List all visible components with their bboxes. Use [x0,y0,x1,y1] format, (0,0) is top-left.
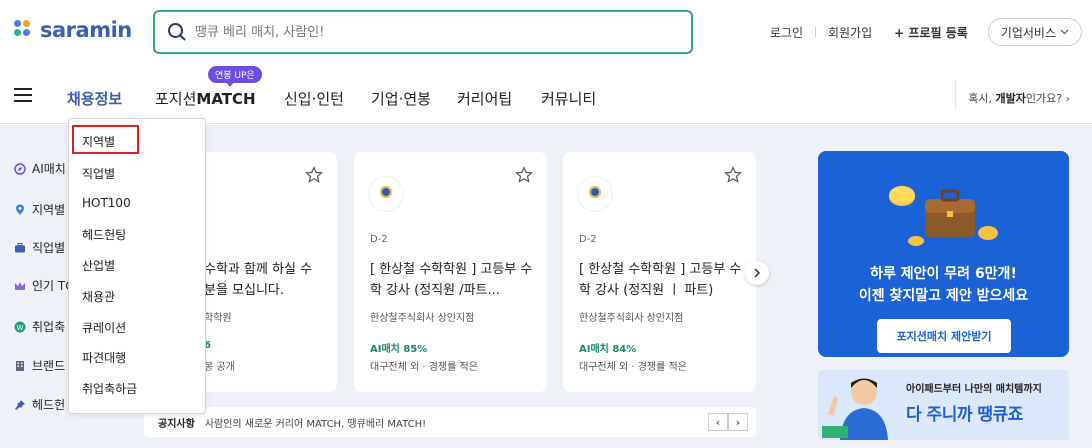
salary-up-badge: 연봉 UP은 [208,66,262,87]
company-logo [577,176,613,212]
job-card[interactable]: D-2 [ 한상철 수학학원 ] 고등부 수학 강사 (정직원 ㅣ 파트) 한상… [563,152,756,392]
sidebar-item-brand[interactable]: 브랜드 [14,357,65,374]
compass-icon [14,162,26,175]
dropdown-item-industry[interactable]: 산업별 [82,257,115,274]
thank-you-banner[interactable]: 아이패드부터 나만의 매치템까지 다 주니까 땡큐죠 [818,370,1069,440]
top-header: saramin 로그인 회원가입 + 프로필 등록 기업서비스 [0,0,1092,66]
notice-pager: ‹ › [708,413,748,431]
logo-dots-icon [14,20,34,40]
pin-icon [15,399,25,410]
sidebar-item-label: 헤드헌 [32,398,66,412]
banner-tagline: 아이패드부터 나만의 매치템까지 [906,384,1042,395]
job-title[interactable]: [ 한상철 수학학원 ] 고등부 수학 강사 (정직원 /파트... [370,259,535,301]
sidebar-item-region[interactable]: 지역별 [14,201,65,218]
nav-career-tip[interactable]: 커리어팁 [457,88,512,109]
sidebar-item-label: 브랜드 [32,359,66,373]
next-cards-button[interactable] [745,261,769,285]
developer-link-post: 인가요? [1025,92,1063,105]
sidebar-item-congrats[interactable]: W 취업축 [14,318,65,335]
deadline-badge: D-2 [370,234,388,245]
job-title[interactable]: [ 한상철 수학학원 ] 고등부 수학 강사 (정직원 ㅣ 파트) [579,259,744,301]
corporate-service-label: 기업서비스 [1000,25,1056,40]
nav-newcomer-intern[interactable]: 신입·인턴 [284,88,344,109]
nav-recruit-info[interactable]: 채용정보 [67,88,122,109]
position-match-promo[interactable]: 하루 제안이 무려 6만개! 이젠 찾지말고 제안 받으세요 포지션매치 제안받… [818,151,1069,357]
nav-company-salary[interactable]: 기업·연봉 [371,88,431,109]
signup-link[interactable]: 회원가입 [828,24,872,41]
prev-notice-button[interactable]: ‹ [708,413,728,431]
menu-icon[interactable] [14,88,32,102]
divider [815,27,816,37]
star-icon[interactable] [305,166,323,184]
sidebar-item-label: 취업축 [32,320,66,334]
dropdown-item-headhunting[interactable]: 헤드헌팅 [82,226,126,243]
job-title[interactable]: 수학과 함께 하실 수 분을 모십니다. [204,259,324,301]
search-icon[interactable] [167,22,187,42]
nav-position-match[interactable]: 포지션MATCH [155,88,256,109]
job-meta: 봉 공개 [204,362,235,373]
developer-link[interactable]: 혹시, 개발자인가요? › [968,90,1070,106]
dropdown-item-region[interactable]: 지역별 [82,133,115,150]
banner-headline: 다 주니까 땡큐죠 [906,405,1023,425]
nav-community[interactable]: 커뮤니티 [541,88,596,109]
ai-match-rate: AI매치 85% [370,344,428,355]
sidebar-item-headhunting[interactable]: 헤드헌 [14,396,65,413]
top-links: 로그인 회원가입 + 프로필 등록 기업서비스 [770,18,1082,46]
company-name: 한상철주식회사 상인지점 [370,313,475,324]
dropdown-item-job[interactable]: 직업별 [82,165,115,182]
job-meta: 대구전체 외 · 경쟁률 적은 [370,362,478,373]
dropdown-item-hot100[interactable]: HOT100 [82,196,131,210]
search-input[interactable] [195,24,675,40]
sidebar-item-label: 지역별 [32,203,66,217]
company-name: 한상철주식회사 상인지점 [579,313,684,324]
main-nav: 채용정보 포지션MATCH 연봉 UP은 신입·인턴 기업·연봉 커리어팁 커뮤… [0,66,1092,124]
notice-bar: 공지사항 사람인의 새로운 커리어 MATCH, 땡큐베리 MATCH! ‹ › [144,407,756,437]
sidebar-item-ai-match[interactable]: AI매치 [14,160,66,177]
company-logo [368,176,404,212]
job-meta: 대구전체 외 · 경쟁률 적은 [579,362,687,373]
promo-subline: 이젠 찾지말고 제안 받으세요 [858,288,1029,304]
job-card[interactable]: D-2 [ 한상철 수학학원 ] 고등부 수학 강사 (정직원 /파트... 한… [354,152,547,392]
location-pin-icon [16,204,24,215]
developer-link-bold: 개발자 [995,92,1026,105]
search-box[interactable] [153,10,693,54]
dropdown-item-curation[interactable]: 큐레이션 [82,319,126,336]
logo-text: saramin [40,18,132,42]
position-match-cta-button[interactable]: 포지션매치 제안받기 [877,319,1011,353]
person-illustration [822,378,888,440]
sidebar-item-label: 직업별 [32,241,66,255]
star-icon[interactable] [724,166,742,184]
dropdown-item-congrats-money[interactable]: 취업축하금 [82,380,137,397]
ai-match-rate: AI매치 84% [579,344,637,355]
corporate-service-button[interactable]: 기업서비스 [987,18,1082,46]
briefcase-icon [15,242,25,252]
dropdown-item-recruit-hall[interactable]: 채용관 [82,288,115,305]
divider [955,80,956,110]
company-name: 학학원 [204,313,232,324]
notice-text[interactable]: 사람인의 새로운 커리어 MATCH, 땡큐베리 MATCH! [205,415,426,430]
sidebar-item-label: AI매치 [32,162,66,176]
svg-text:W: W [17,324,24,332]
notice-label: 공지사항 [158,418,195,430]
crown-icon [15,281,25,290]
star-icon[interactable] [515,166,533,184]
chevron-down-icon [1060,29,1069,35]
dropdown-item-dispatch[interactable]: 파견대행 [82,349,126,366]
login-link[interactable]: 로그인 [770,24,803,41]
promo-headline: 하루 제안이 무려 6만개! [870,266,1017,282]
developer-link-pre: 혹시, [968,92,996,105]
chevron-right-icon [754,268,761,278]
next-notice-button[interactable]: › [728,413,748,431]
saramin-logo[interactable]: saramin [14,18,132,42]
profile-register-link[interactable]: + 프로필 등록 [894,24,968,41]
coins-briefcase-illustration [889,186,998,246]
won-coin-icon: W [14,321,26,332]
building-icon [16,360,24,371]
deadline-badge: D-2 [579,234,597,245]
recruit-info-dropdown: 지역별 직업별 HOT100 헤드헌팅 산업별 채용관 큐레이션 파견대행 취업… [68,118,206,414]
sidebar-item-job[interactable]: 직업별 [14,239,65,256]
